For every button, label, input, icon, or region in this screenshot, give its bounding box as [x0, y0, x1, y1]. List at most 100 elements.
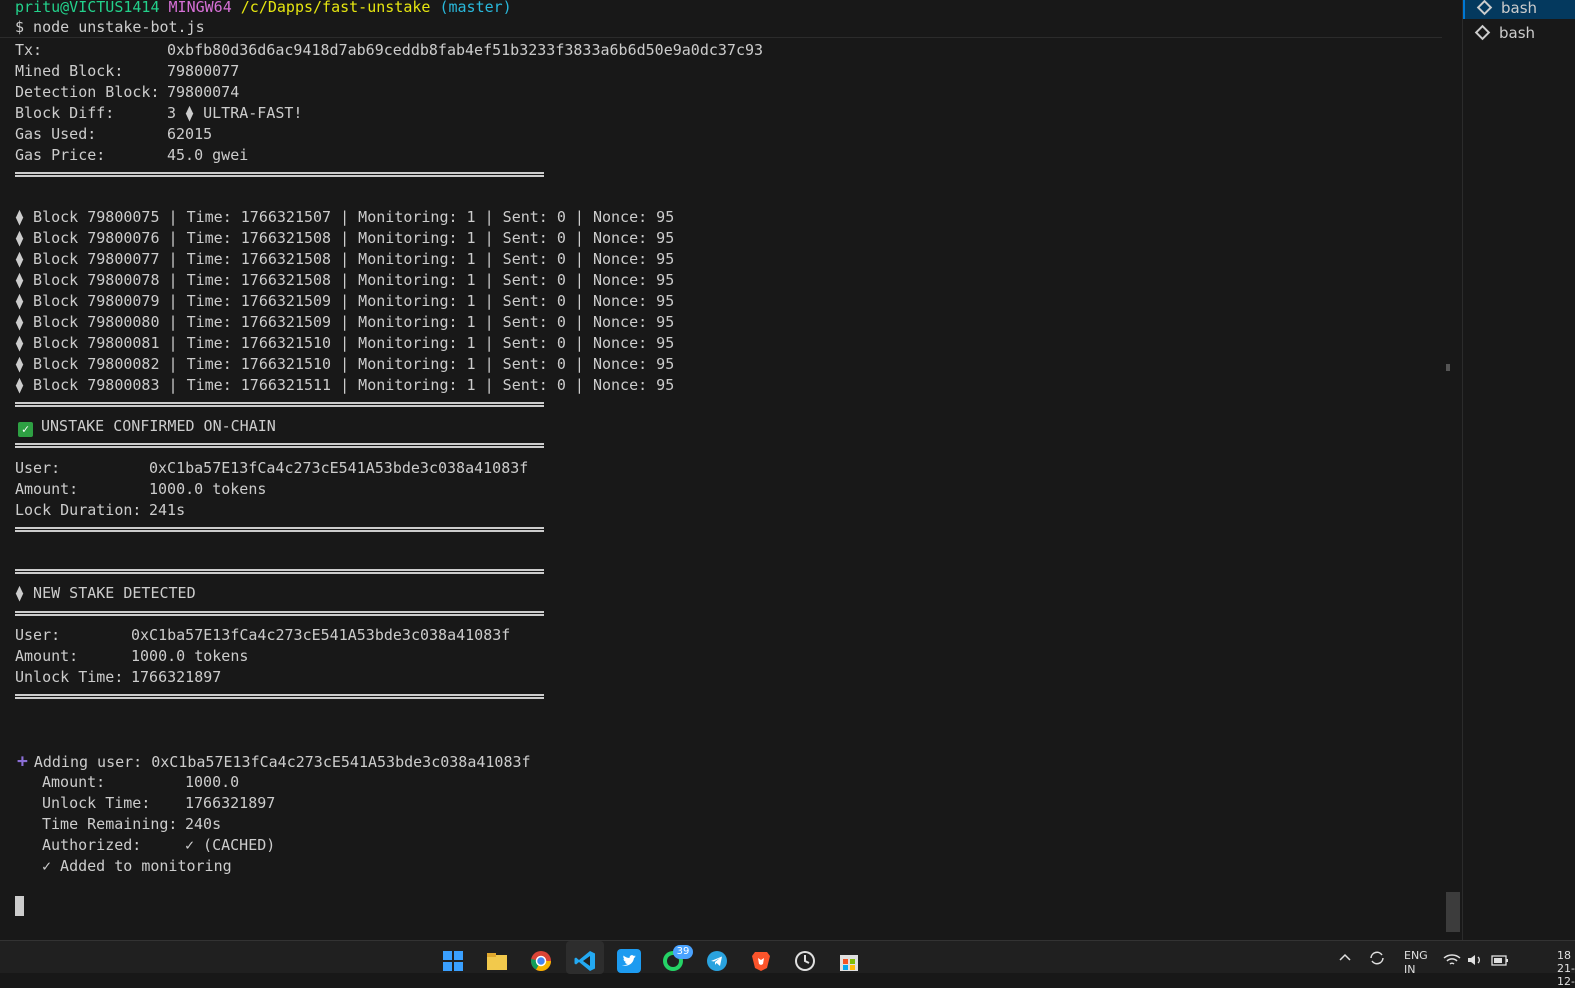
block-log-line: ⧫ Block 79800075 | Time: 1766321507 | Mo…: [15, 208, 675, 226]
block-log-line: ⧫ Block 79800079 | Time: 1766321509 | Mo…: [15, 292, 675, 310]
block-diff-label: Block Diff:: [15, 104, 115, 122]
add-unlock-value: 1766321897: [185, 794, 276, 812]
tx-row: Tx: 0xbfb80d36d6ac9418d7ab69ceddb8fab4ef5…: [15, 40, 763, 61]
chrome-icon[interactable]: [529, 949, 553, 973]
add-remaining-value: 240s: [185, 815, 222, 833]
add-amount-row: Amount: 1000.0: [42, 772, 239, 793]
new-stake-title: ⧫ NEW STAKE DETECTED: [15, 584, 196, 602]
gas-used-row: Gas Used: 62015: [15, 124, 212, 145]
separator-rule: [15, 527, 544, 532]
stake-amount-row: Amount: 1000.0 tokens: [15, 646, 248, 667]
add-amount-label: Amount:: [42, 773, 106, 791]
add-remaining-row: Time Remaining: 240s: [42, 814, 221, 835]
unstake-title-line: ✓ UNSTAKE CONFIRMED ON-CHAIN: [15, 416, 276, 437]
add-remaining-label: Time Remaining:: [42, 815, 178, 833]
prompt-branch: (master): [439, 0, 512, 16]
stake-amount-value: 1000.0 tokens: [131, 647, 249, 665]
detection-block-value: 79800074: [167, 83, 240, 101]
git-bash-icon: [1476, 0, 1493, 16]
plus-icon: +: [17, 751, 28, 772]
whatsapp-badge: 39: [673, 945, 693, 959]
mined-block-row: Mined Block: 79800077: [15, 61, 239, 82]
telegram-icon[interactable]: [705, 949, 729, 973]
block-diff-value: 3 ⧫ ULTRA-FAST!: [167, 104, 303, 122]
separator-rule: [15, 611, 544, 616]
clock-time: 18: [1557, 949, 1571, 962]
unstake-user-label: User:: [15, 459, 61, 477]
clock-app-icon[interactable]: [793, 949, 817, 973]
wifi-icon[interactable]: [1443, 953, 1461, 970]
separator-rule: [15, 172, 544, 177]
file-explorer-icon[interactable]: [485, 949, 509, 973]
mined-block-label: Mined Block:: [15, 62, 124, 80]
tx-label: Tx:: [15, 41, 43, 59]
separator-rule: [15, 443, 544, 448]
block-log-line: ⧫ Block 79800077 | Time: 1766321508 | Mo…: [15, 250, 675, 268]
gas-price-row: Gas Price: 45.0 gwei: [15, 145, 248, 166]
terminal-tab-label: bash: [1499, 24, 1536, 42]
detection-block-label: Detection Block:: [15, 83, 160, 101]
gas-price-value: 45.0 gwei: [167, 146, 249, 164]
adding-user-title: Adding user: 0xC1ba57E13fCa4c273cE541A53…: [33, 753, 531, 771]
unstake-amount-value: 1000.0 tokens: [149, 480, 267, 498]
separator-rule: [15, 569, 544, 574]
unstake-amount-row: Amount: 1000.0 tokens: [15, 479, 266, 500]
mined-block-value: 79800077: [167, 62, 240, 80]
volume-icon[interactable]: [1467, 953, 1483, 970]
terminal-tab-bash-1[interactable]: bash: [1463, 0, 1575, 19]
unstake-lock-value: 241s: [149, 501, 186, 519]
add-authorized-value: ✓ (CACHED): [185, 836, 276, 854]
sticky-scroll-divider: [0, 37, 1442, 38]
separator-rule: [15, 402, 544, 407]
adding-user-line: + Adding user: 0xC1ba57E13fCa4c273cE541A5…: [15, 751, 531, 772]
prompt-line: pritu@VICTUS1414 MINGW64 /c/Dapps/fast-u…: [15, 0, 512, 18]
battery-icon[interactable]: [1491, 953, 1509, 970]
check-icon: ✓: [18, 422, 33, 437]
gas-used-value: 62015: [167, 125, 213, 143]
stake-amount-label: Amount:: [15, 647, 79, 665]
clock-date: 21-12-: [1557, 962, 1575, 988]
block-diff-row: Block Diff: 3 ⧫ ULTRA-FAST!: [15, 103, 302, 124]
terminal-tab-label: bash: [1501, 0, 1538, 17]
detection-block-row: Detection Block: 79800074: [15, 82, 239, 103]
terminal-scrollbar[interactable]: [1442, 0, 1462, 940]
added-to-monitoring: ✓ Added to monitoring: [42, 857, 232, 875]
command-line: $ node unstake-bot.js: [15, 18, 205, 36]
add-authorized-row: Authorized: ✓ (CACHED): [42, 835, 275, 856]
terminal-panel[interactable]: pritu@VICTUS1414 MINGW64 /c/Dapps/fast-u…: [0, 0, 1442, 940]
stake-unlock-value: 1766321897: [131, 668, 222, 686]
block-log-line: ⧫ Block 79800083 | Time: 1766321511 | Mo…: [15, 376, 675, 394]
add-amount-value: 1000.0: [185, 773, 240, 791]
gas-used-label: Gas Used:: [15, 125, 97, 143]
block-log-line: ⧫ Block 79800081 | Time: 1766321510 | Mo…: [15, 334, 675, 352]
stake-user-row: User: 0xC1ba57E13fCa4c273cE541A53bde3c038…: [15, 625, 510, 646]
prompt-env: MINGW64: [168, 0, 232, 16]
language-code: ENG: [1404, 949, 1428, 962]
stake-user-value: 0xC1ba57E13fCa4c273cE541A53bde3c038a4108…: [131, 626, 511, 644]
store-icon[interactable]: [837, 949, 861, 973]
vscode-icon[interactable]: [573, 949, 597, 973]
twitter-icon[interactable]: [617, 949, 641, 973]
unstake-lock-row: Lock Duration: 241s: [15, 500, 185, 521]
clock[interactable]: 18 21-12-: [1557, 949, 1575, 988]
tx-value: 0xbfb80d36d6ac9418d7ab69ceddb8fab4ef51b3…: [167, 41, 764, 59]
git-bash-icon: [1474, 24, 1491, 41]
prompt-path: /c/Dapps/fast-unstake: [240, 0, 431, 16]
separator-rule: [15, 694, 544, 699]
stake-unlock-label: Unlock Time:: [15, 668, 124, 686]
start-icon[interactable]: [441, 949, 465, 973]
add-unlock-label: Unlock Time:: [42, 794, 151, 812]
scrollbar-thumb[interactable]: [1446, 892, 1460, 932]
unstake-amount-label: Amount:: [15, 480, 79, 498]
block-log-line: ⧫ Block 79800080 | Time: 1766321509 | Mo…: [15, 313, 675, 331]
scrollbar-marker: [1446, 364, 1450, 371]
chevron-up-icon[interactable]: [1338, 951, 1352, 968]
terminal-tab-bash-2[interactable]: bash: [1463, 22, 1575, 44]
prompt-user-host: pritu@VICTUS1414: [15, 0, 160, 16]
terminal-cursor[interactable]: [15, 896, 24, 916]
sync-icon[interactable]: [1368, 949, 1386, 970]
add-unlock-row: Unlock Time: 1766321897: [42, 793, 275, 814]
stake-unlock-row: Unlock Time: 1766321897: [15, 667, 221, 688]
brave-icon[interactable]: [749, 949, 773, 973]
language-indicator[interactable]: ENG IN: [1404, 949, 1428, 976]
